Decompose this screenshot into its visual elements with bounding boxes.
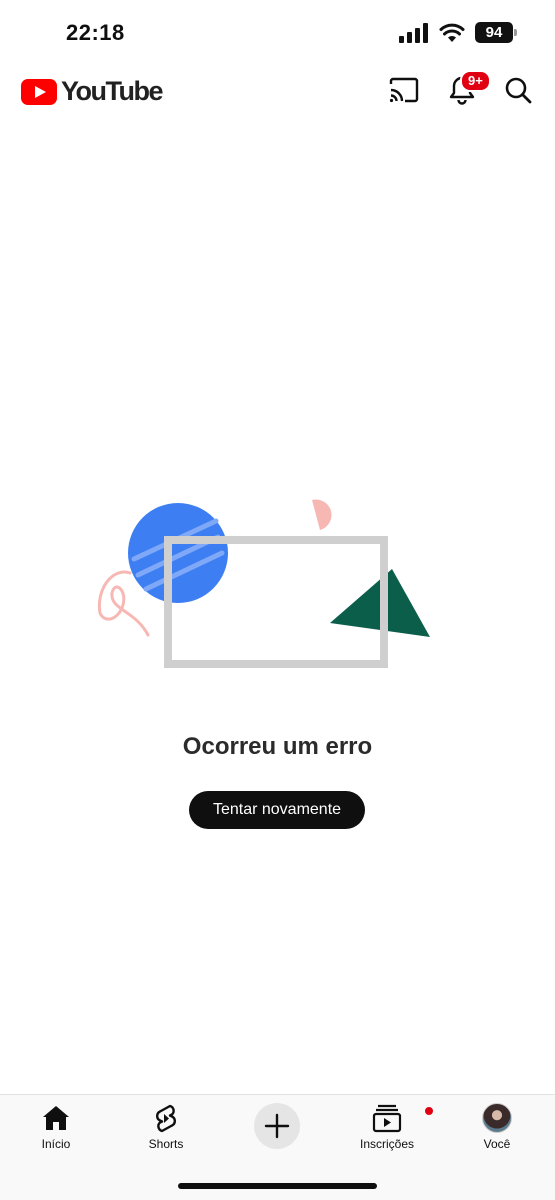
nav-label-subscriptions: Inscrições: [359, 1137, 415, 1151]
shorts-icon-wrap: [153, 1103, 179, 1133]
pink-half-circle: [312, 499, 332, 530]
cast-icon: [389, 77, 419, 103]
avatar: [482, 1103, 512, 1133]
shorts-icon: [156, 1104, 176, 1133]
error-illustration: [97, 499, 430, 668]
home-indicator: [178, 1183, 377, 1189]
avatar-wrap: [482, 1103, 512, 1133]
logo-text: YouTube: [61, 76, 163, 106]
retry-button[interactable]: Tentar novamente: [189, 791, 365, 829]
notifications-button[interactable]: 9+: [442, 70, 491, 108]
home-icon-wrap: [41, 1103, 71, 1133]
new-content-dot: [424, 1106, 434, 1116]
create-button[interactable]: [254, 1103, 300, 1149]
search-button[interactable]: [498, 72, 538, 108]
nav-item-home[interactable]: Início: [11, 1103, 101, 1151]
nav-item-subscriptions[interactable]: Inscrições: [342, 1103, 434, 1151]
status-icons: 94: [399, 22, 517, 43]
status-time: 22:18: [66, 20, 125, 45]
home-icon: [43, 1106, 69, 1130]
subscriptions-icon-wrap: [372, 1103, 434, 1133]
app-header: YouTube 9+: [0, 64, 555, 116]
nav-label-you: Você: [483, 1137, 511, 1151]
nav-item-shorts[interactable]: Shorts: [121, 1103, 211, 1151]
status-bar: 22:18 94: [0, 0, 555, 64]
youtube-logo[interactable]: YouTube: [21, 76, 163, 107]
battery-tip: [514, 29, 517, 36]
battery-indicator: 94: [475, 22, 517, 43]
nav-label-shorts: Shorts: [148, 1137, 184, 1151]
youtube-play-icon: [21, 78, 57, 105]
error-message: Ocorreu um erro: [182, 733, 373, 760]
notification-badge: 9+: [460, 70, 491, 92]
signal-icon: [399, 22, 428, 43]
nav-label-home: Início: [41, 1137, 71, 1151]
wifi-icon: [439, 23, 465, 42]
plus-icon: [264, 1113, 290, 1139]
search-icon: [505, 77, 532, 104]
subscriptions-icon: [372, 1104, 402, 1133]
battery-level: 94: [485, 24, 503, 41]
cast-button[interactable]: [384, 72, 424, 108]
nav-item-you[interactable]: Você: [452, 1103, 542, 1151]
